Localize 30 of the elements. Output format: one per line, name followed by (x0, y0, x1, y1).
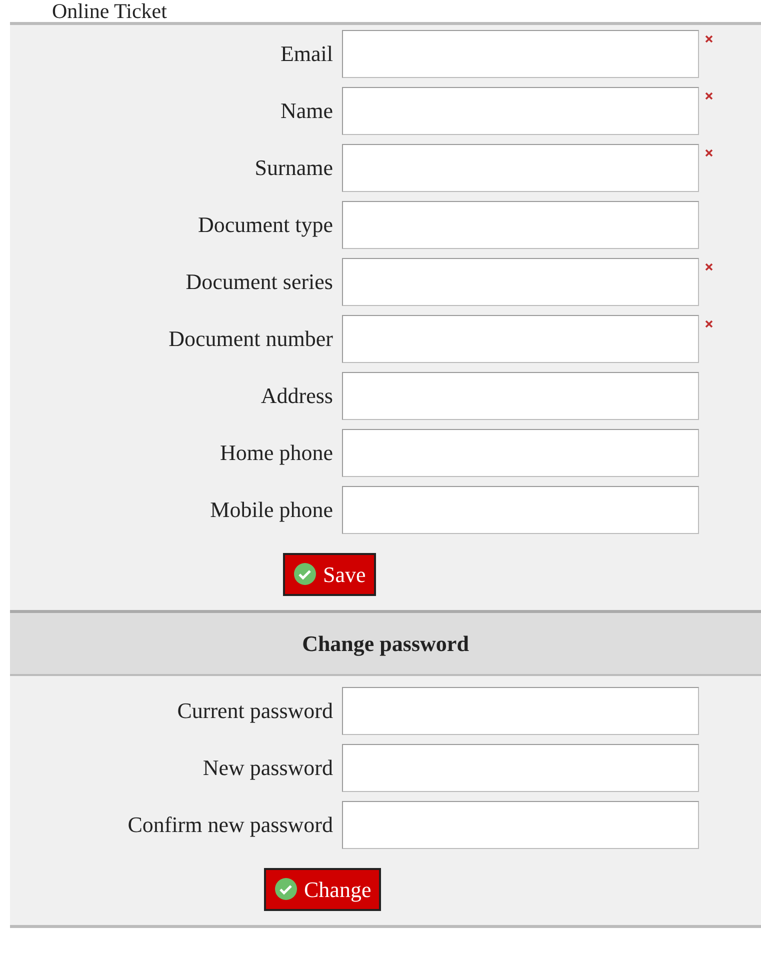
input-field[interactable] (342, 314, 699, 362)
field-label: Document number (168, 325, 334, 353)
field-label: Name (279, 97, 334, 125)
input-field[interactable] (342, 428, 699, 476)
input-field[interactable] (342, 372, 699, 420)
input-field[interactable] (342, 144, 699, 192)
section-header: Change password (10, 610, 761, 676)
input-field[interactable] (342, 744, 699, 792)
field-label: Current password (176, 697, 334, 725)
field-label: Document type (196, 211, 334, 239)
change-button[interactable]: Change (264, 868, 382, 910)
input-field[interactable] (342, 200, 699, 248)
field-label: Confirm new password (126, 811, 334, 839)
page-title: Online Ticket (51, 0, 168, 22)
check-icon (274, 877, 298, 901)
check-icon (293, 562, 317, 586)
save-button[interactable]: Save (283, 552, 376, 596)
field-label: Surname (254, 154, 334, 182)
field-label: Home phone (218, 439, 334, 467)
field-label: Address (260, 382, 334, 410)
input-field[interactable] (342, 86, 699, 134)
input-field[interactable] (342, 800, 699, 848)
input-field[interactable] (342, 686, 699, 734)
field-label: New password (202, 754, 334, 782)
field-label: Mobile phone (209, 496, 334, 524)
input-field[interactable] (342, 486, 699, 534)
field-label: Document series (184, 268, 334, 296)
input-field[interactable] (342, 258, 699, 306)
field-label: Email (279, 40, 334, 68)
input-field[interactable] (342, 30, 699, 78)
